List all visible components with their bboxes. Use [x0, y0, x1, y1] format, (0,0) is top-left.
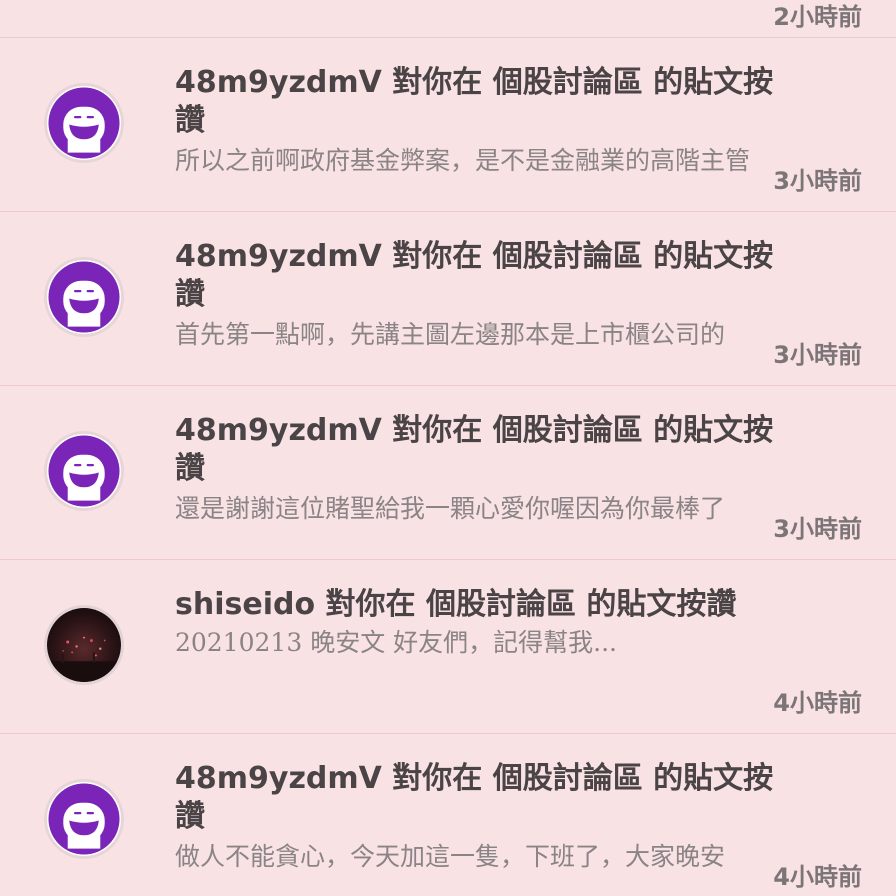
- notification-snippet: 所以之前啊政府基金弊案，是不是金融業的高階主管: [175, 146, 751, 175]
- notification-snippet: 還是謝謝這位賭聖給我一顆心愛你喔因為你最棒了: [175, 494, 726, 523]
- smiley-face-icon: [48, 783, 120, 855]
- notification-snippet: 首先第一點啊，先講主圖左邊那本是上市櫃公司的: [175, 320, 726, 349]
- notification-row[interactable]: 48m9yzdmV 對你在 個股討論區 的貼文按讚 做人不能貪心，今天加這一隻，…: [0, 734, 896, 896]
- avatar-smiley-icon[interactable]: [44, 431, 124, 511]
- notification-title: 48m9yzdmV 對你在 個股討論區 的貼文按讚: [175, 413, 774, 486]
- notification-title: 48m9yzdmV 對你在 個股討論區 的貼文按讚: [175, 761, 774, 834]
- avatar-smiley-icon[interactable]: [44, 83, 124, 163]
- timestamp: 2小時前: [773, 3, 862, 31]
- notification-snippet: 做人不能貪心，今天加這一隻，下班了，大家晚安: [175, 842, 726, 871]
- notification-row[interactable]: 48m9yzdmV 對你在 個股討論區 的貼文按讚 還是謝謝這位賭聖給我一顆心愛…: [0, 386, 896, 560]
- fireworks-photo-icon: [47, 608, 121, 682]
- smiley-face-icon: [48, 435, 120, 507]
- timestamp: 4小時前: [773, 689, 862, 717]
- avatar-photo[interactable]: [44, 605, 124, 685]
- timestamp: 3小時前: [773, 341, 862, 369]
- notification-feed: 2小時前 48m9yzdmV 對你在 個股討論區 的貼文按讚 所以之前啊政府基金…: [0, 0, 896, 896]
- notification-row[interactable]: 2小時前: [0, 0, 896, 38]
- smiley-face-icon: [48, 87, 120, 159]
- notification-snippet: 20210213 晚安文 好友們，記得幫我...: [175, 628, 617, 657]
- notification-title: 48m9yzdmV 對你在 個股討論區 的貼文按讚: [175, 65, 774, 138]
- avatar-smiley-icon[interactable]: [44, 257, 124, 337]
- notification-title: shiseido 對你在 個股討論區 的貼文按讚: [175, 587, 737, 622]
- smiley-face-icon: [48, 261, 120, 333]
- notification-row[interactable]: 48m9yzdmV 對你在 個股討論區 的貼文按讚 首先第一點啊，先講主圖左邊那…: [0, 212, 896, 386]
- timestamp: 4小時前: [773, 863, 862, 891]
- avatar-smiley-icon[interactable]: [44, 779, 124, 859]
- timestamp: 3小時前: [773, 515, 862, 543]
- notification-title: 48m9yzdmV 對你在 個股討論區 的貼文按讚: [175, 239, 774, 312]
- notification-row[interactable]: 48m9yzdmV 對你在 個股討論區 的貼文按讚 所以之前啊政府基金弊案，是不…: [0, 38, 896, 212]
- notification-row[interactable]: shiseido 對你在 個股討論區 的貼文按讚 20210213 晚安文 好友…: [0, 560, 896, 734]
- timestamp: 3小時前: [773, 167, 862, 195]
